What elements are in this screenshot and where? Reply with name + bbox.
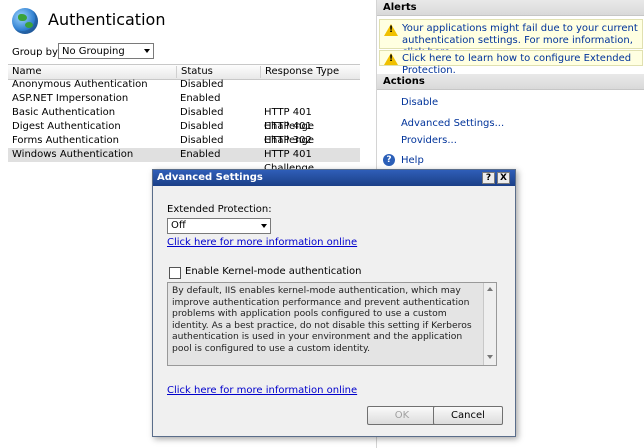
row-name: ASP.NET Impersonation [12,93,129,104]
description-scrollbar[interactable] [483,283,496,365]
action-help[interactable]: Help [401,155,424,166]
table-row-selected[interactable]: Windows Authentication Enabled HTTP 401 … [8,148,360,174]
extended-protection-select[interactable]: Off [167,218,271,234]
column-header-status[interactable]: Status [176,66,260,78]
ok-button[interactable]: OK [367,406,437,425]
row-name: Digest Authentication [12,121,121,132]
description-text: By default, IIS enables kernel-mode auth… [172,285,472,354]
row-status: Disabled [180,121,224,132]
page-title: Authentication [48,10,166,29]
alert-auth-settings[interactable]: Your applications might fail due to your… [379,19,643,58]
row-name: Anonymous Authentication [12,79,148,90]
action-disable[interactable]: Disable [401,97,438,108]
dialog-title: Advanced Settings [153,170,515,186]
actions-header: Actions [377,74,644,90]
row-status: Disabled [180,135,224,146]
row-status: Enabled [180,149,221,160]
help-button[interactable]: ? [482,172,495,184]
alert-line: Your applications might fail due to your… [402,23,638,34]
groupby-value: No Grouping [62,46,125,57]
advanced-settings-dialog: Advanced Settings ? X Extended Protectio… [152,169,516,437]
alerts-header: Alerts [377,0,644,16]
row-name: Forms Authentication [12,135,119,146]
alert-extended-protection[interactable]: Click here to learn how to configure Ext… [379,50,643,76]
chevron-down-icon[interactable] [258,219,270,233]
row-name: Windows Authentication [12,149,134,160]
description-box: By default, IIS enables kernel-mode auth… [167,282,497,366]
row-status: Enabled [180,93,221,104]
table-row[interactable]: Forms Authentication Disabled HTTP 302 L… [8,134,360,160]
cancel-button[interactable]: Cancel [433,406,503,425]
scroll-down-icon[interactable] [487,355,493,359]
column-header-name[interactable]: Name [8,66,176,78]
action-advanced-settings[interactable]: Advanced Settings... [401,118,504,129]
scroll-up-icon[interactable] [487,287,493,291]
table-row[interactable]: Digest Authentication Disabled HTTP 401 … [8,120,360,146]
table-row[interactable]: Basic Authentication Disabled HTTP 401 C… [8,106,360,132]
action-providers[interactable]: Providers... [401,135,457,146]
table-row[interactable]: ASP.NET Impersonation Enabled [8,92,360,106]
globe-icon [12,8,38,34]
info-link-bottom[interactable]: Click here for more information online [167,385,357,396]
table-row[interactable]: Anonymous Authentication Disabled [8,78,360,92]
kernel-mode-label: Enable Kernel-mode authentication [185,266,362,277]
extended-protection-value: Off [171,220,186,231]
warning-icon [384,24,398,36]
info-link[interactable]: Click here for more information online [167,237,357,248]
kernel-mode-checkbox[interactable] [169,267,181,279]
warning-icon [384,53,398,65]
row-status: Disabled [180,107,224,118]
help-icon: ? [383,154,395,166]
row-name: Basic Authentication [12,107,116,118]
groupby-label: Group by: [12,47,61,58]
extended-protection-label: Extended Protection: [167,204,272,215]
close-button[interactable]: X [497,172,510,184]
chevron-down-icon[interactable] [141,44,153,58]
row-status: Disabled [180,79,224,90]
groupby-select[interactable]: No Grouping [58,43,154,59]
column-header-response-type[interactable]: Response Type [260,66,360,78]
